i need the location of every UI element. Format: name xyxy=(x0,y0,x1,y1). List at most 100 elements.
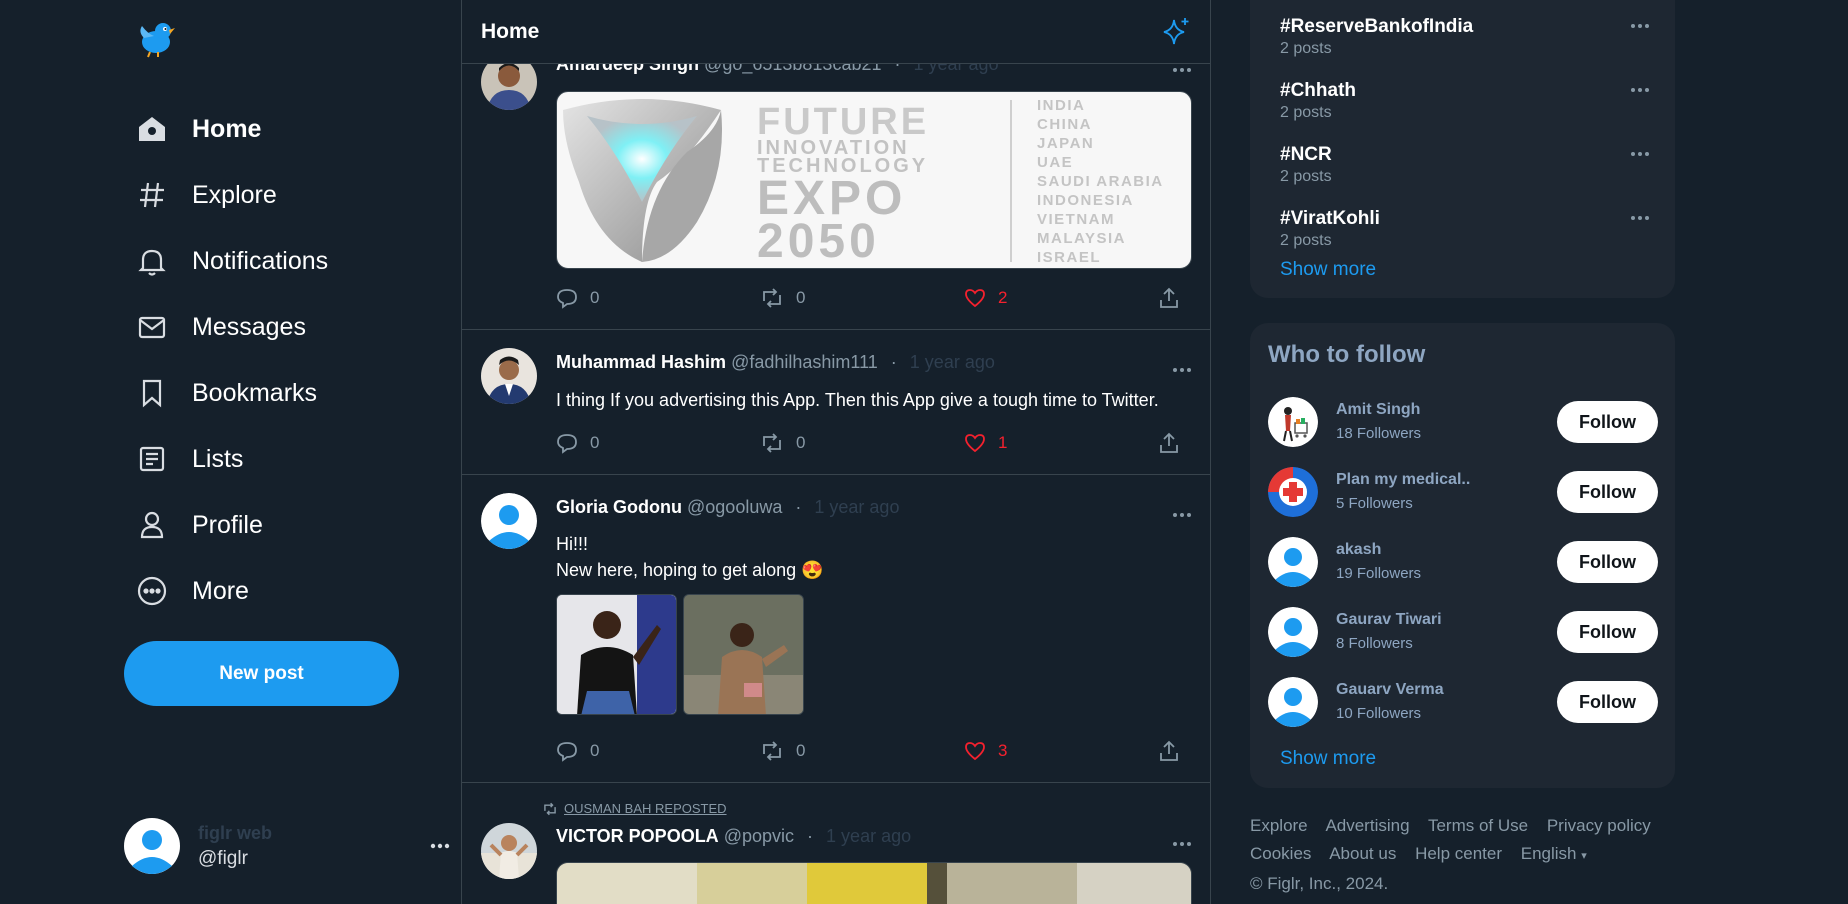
nav-item-messages[interactable]: Messages xyxy=(136,294,328,360)
follow-suggestion[interactable]: Gaurav Tiwari 8 Followers Follow xyxy=(1268,607,1658,659)
repost-icon xyxy=(544,802,556,815)
post-author-name[interactable]: Gloria Godonu xyxy=(556,497,682,517)
share-button[interactable] xyxy=(1158,287,1192,309)
avatar[interactable] xyxy=(1268,607,1318,657)
reply-count: 0 xyxy=(590,288,600,307)
post-author-name[interactable]: VICTOR POPOOLA xyxy=(556,826,719,846)
share-icon xyxy=(1160,740,1178,761)
avatar[interactable] xyxy=(1268,537,1318,587)
follow-button[interactable]: Follow xyxy=(1557,401,1658,443)
account-switcher[interactable]: figlr web @figlr xyxy=(124,816,450,876)
post-image[interactable] xyxy=(556,594,677,715)
post-author-handle[interactable]: @ogooluwa xyxy=(687,497,782,517)
who-to-follow-show-more-link[interactable]: Show more xyxy=(1280,748,1376,770)
like-button[interactable]: 3 xyxy=(964,740,1007,762)
repost-button[interactable]: 0 xyxy=(760,287,805,309)
nav-item-explore[interactable]: Explore xyxy=(136,162,328,228)
more-horizontal-icon[interactable] xyxy=(1172,505,1192,523)
repost-button[interactable]: 0 xyxy=(760,432,805,454)
follow-suggestion[interactable]: Plan my medical.. 5 Followers Follow xyxy=(1268,467,1658,519)
nav-item-more[interactable]: More xyxy=(136,558,328,624)
more-horizontal-icon[interactable] xyxy=(1630,208,1650,226)
post-image[interactable]: FUTURE INNOVATION TECHNOLOGY EXPO 2050 I… xyxy=(556,91,1192,269)
suggestion-followers: 18 Followers xyxy=(1336,425,1422,442)
more-horizontal-icon[interactable] xyxy=(430,836,450,854)
footer-link[interactable]: About us xyxy=(1329,844,1396,863)
footer-link[interactable]: Explore xyxy=(1250,816,1308,835)
post-header: Muhammad Hashim @fadhilhashim111 · 1 yea… xyxy=(556,352,995,373)
avatar[interactable] xyxy=(1268,397,1318,447)
follow-suggestion[interactable]: akash 19 Followers Follow xyxy=(1268,537,1658,589)
trend-tag: #Chhath xyxy=(1280,80,1356,101)
footer-link[interactable]: Advertising xyxy=(1325,816,1409,835)
avatar[interactable] xyxy=(1268,467,1318,517)
suggestion-name[interactable]: Plan my medical.. xyxy=(1336,471,1470,489)
avatar[interactable] xyxy=(481,493,537,549)
reply-button[interactable]: 0 xyxy=(556,287,599,309)
post[interactable]: Muhammad Hashim @fadhilhashim111 · 1 yea… xyxy=(462,330,1210,475)
more-horizontal-icon[interactable] xyxy=(1630,80,1650,98)
reply-button[interactable]: 0 xyxy=(556,740,599,762)
account-handle: @figlr xyxy=(198,847,248,869)
more-horizontal-icon[interactable] xyxy=(1630,16,1650,34)
repost-button[interactable]: 0 xyxy=(760,740,805,762)
footer-link[interactable]: Privacy policy xyxy=(1547,816,1651,835)
repost-indicator[interactable]: OUSMAN BAH REPOSTED xyxy=(542,801,727,816)
nav-item-lists[interactable]: Lists xyxy=(136,426,328,492)
like-button[interactable]: 2 xyxy=(964,287,1007,309)
avatar[interactable] xyxy=(481,348,537,404)
follow-button[interactable]: Follow xyxy=(1557,681,1658,723)
repost-label[interactable]: OUSMAN BAH REPOSTED xyxy=(564,801,727,816)
nav-item-notifications[interactable]: Notifications xyxy=(136,228,328,294)
post-author-handle[interactable]: @fadhilhashim111 xyxy=(731,352,878,372)
bird-logo-icon[interactable] xyxy=(136,18,176,58)
banner-country: JAPAN xyxy=(1037,135,1094,152)
share-button[interactable] xyxy=(1158,740,1192,762)
post-text-line: New here, hoping to get along 😍 xyxy=(556,560,824,580)
footer-link[interactable]: Cookies xyxy=(1250,844,1311,863)
trend-item[interactable]: #NCR 2 posts xyxy=(1280,144,1650,186)
post[interactable]: Gloria Godonu @ogooluwa · 1 year ago Hi!… xyxy=(462,475,1210,783)
share-button[interactable] xyxy=(1158,432,1192,454)
follow-button[interactable]: Follow xyxy=(1557,471,1658,513)
nav-item-bookmarks[interactable]: Bookmarks xyxy=(136,360,328,426)
suggestion-name[interactable]: Gauarv Verma xyxy=(1336,681,1444,699)
trend-tag: #NCR xyxy=(1280,144,1332,165)
post[interactable]: Amardeep Singh @go_6513b813cab21 · 1 yea… xyxy=(462,34,1210,330)
new-post-button[interactable]: New post xyxy=(124,641,399,706)
footer-link[interactable]: Terms of Use xyxy=(1428,816,1528,835)
who-to-follow-panel: Who to follow Amit Singh 18 Followers Fo… xyxy=(1250,323,1675,788)
avatar[interactable] xyxy=(1268,677,1318,727)
avatar[interactable] xyxy=(481,823,537,879)
post-author-handle[interactable]: @popvic xyxy=(724,826,794,846)
more-horizontal-icon[interactable] xyxy=(1172,834,1192,852)
follow-suggestion[interactable]: Gauarv Verma 10 Followers Follow xyxy=(1268,677,1658,729)
follow-button[interactable]: Follow xyxy=(1557,611,1658,653)
footer-link[interactable]: Help center xyxy=(1415,844,1502,863)
bookmark-icon xyxy=(136,377,168,409)
trend-item[interactable]: #ReserveBankofIndia 2 posts xyxy=(1280,16,1650,58)
nav-item-label: Explore xyxy=(192,180,277,209)
suggestion-name[interactable]: akash xyxy=(1336,541,1381,559)
follow-button[interactable]: Follow xyxy=(1557,541,1658,583)
trends-show-more-link[interactable]: Show more xyxy=(1280,259,1376,281)
trend-item[interactable]: #ViratKohli 2 posts xyxy=(1280,208,1650,250)
suggestion-name[interactable]: Amit Singh xyxy=(1336,401,1420,419)
left-sidebar: Home Explore Notifications Messages Book… xyxy=(0,0,461,904)
nav-item-profile[interactable]: Profile xyxy=(136,492,328,558)
language-dropdown[interactable]: English ▾ xyxy=(1521,844,1587,863)
more-horizontal-icon[interactable] xyxy=(1630,144,1650,162)
follow-suggestion[interactable]: Amit Singh 18 Followers Follow xyxy=(1268,397,1658,449)
suggestion-name[interactable]: Gaurav Tiwari xyxy=(1336,611,1442,629)
nav-item-home[interactable]: Home xyxy=(136,96,328,162)
post-image[interactable] xyxy=(556,862,1192,904)
sparkle-icon[interactable] xyxy=(1160,16,1192,53)
post-image[interactable] xyxy=(683,594,804,715)
post-author-name[interactable]: Muhammad Hashim xyxy=(556,352,726,372)
like-button[interactable]: 1 xyxy=(964,432,1007,454)
trend-item[interactable]: #Chhath 2 posts xyxy=(1280,80,1650,122)
more-horizontal-icon[interactable] xyxy=(1172,360,1192,378)
post[interactable]: OUSMAN BAH REPOSTED VICTOR POPOOLA @popv… xyxy=(462,783,1210,904)
reply-button[interactable]: 0 xyxy=(556,432,599,454)
separator-dot: · xyxy=(807,826,814,846)
